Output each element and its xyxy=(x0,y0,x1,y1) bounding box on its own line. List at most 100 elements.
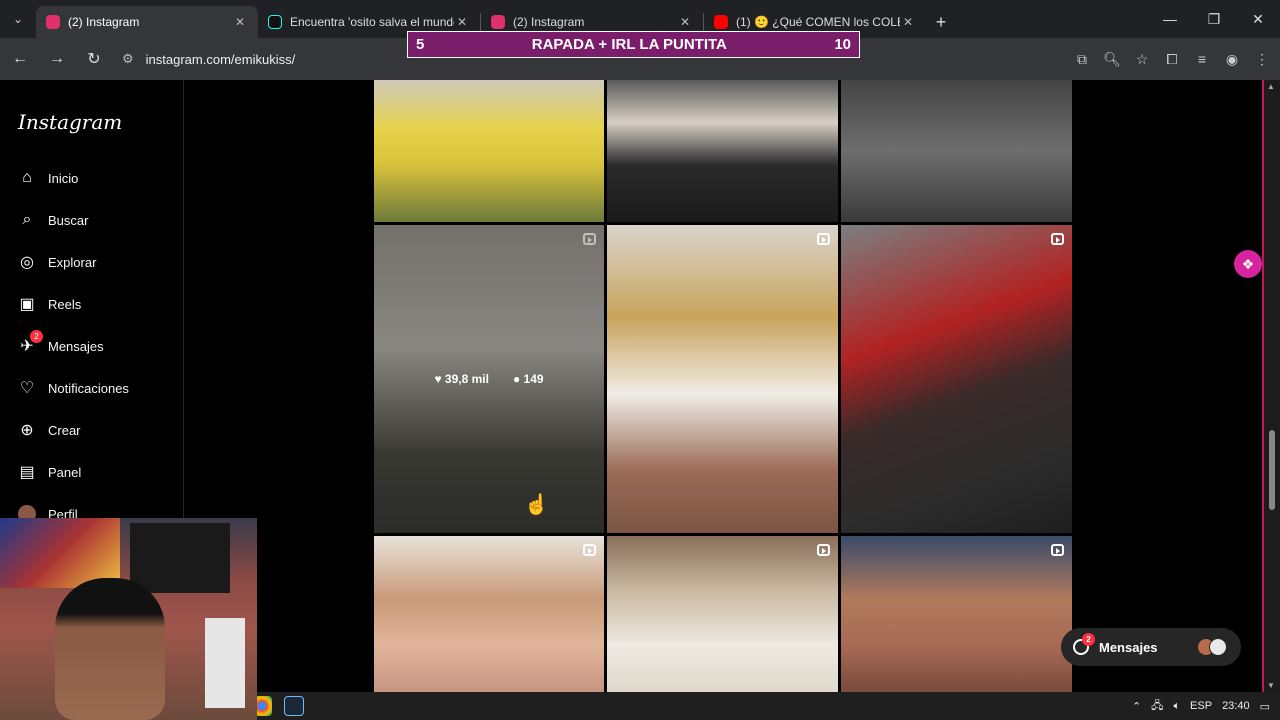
sidebar-item-label: Panel xyxy=(48,464,82,480)
url-text: instagram.com/emikukiss/ xyxy=(145,51,296,67)
messages-label: Mensajes xyxy=(1099,639,1158,655)
goal-title: RAPADA + IRL LA PUNTITA xyxy=(531,36,727,53)
stream-goal-banner: 5 RAPADA + IRL LA PUNTITA 10 xyxy=(407,31,860,58)
network-icon[interactable]: 🖧 xyxy=(1151,697,1163,716)
chrome-menu-icon[interactable]: ⋮ xyxy=(1250,44,1274,74)
reload-icon[interactable]: ↻ xyxy=(77,42,111,76)
close-icon[interactable]: ✕ xyxy=(232,15,248,29)
tray-expand-icon[interactable]: ⌃ xyxy=(1132,700,1141,713)
scroll-down-icon[interactable]: ▼ xyxy=(1267,681,1275,690)
youtube-favicon-icon xyxy=(714,15,728,29)
profile-avatar-icon[interactable]: ◉ xyxy=(1220,44,1244,74)
media-controls-icon[interactable]: ≡ xyxy=(1190,44,1214,74)
post-thumbnail[interactable] xyxy=(607,225,838,533)
window-close-icon[interactable]: ✕ xyxy=(1236,0,1280,38)
zoom-icon[interactable]: 🔍︎ xyxy=(1100,44,1124,74)
post-thumbnail[interactable] xyxy=(841,80,1072,222)
avatar xyxy=(1209,638,1227,656)
scrollbar-thumb[interactable] xyxy=(1269,430,1275,510)
messages-drawer-button[interactable]: 2 Mensajes xyxy=(1061,628,1241,666)
reel-icon xyxy=(1051,233,1064,245)
reel-icon xyxy=(817,544,830,556)
compass-icon: ◎ xyxy=(20,254,34,271)
post-thumbnail[interactable]: ♥ 39,8 mil ● 149 xyxy=(374,225,604,533)
extension-floating-icon[interactable]: ❖ xyxy=(1234,250,1262,278)
forward-icon[interactable]: → xyxy=(40,42,74,76)
site-info-icon[interactable]: ⚙ xyxy=(122,51,134,67)
tiktok-favicon-icon xyxy=(268,15,282,29)
goal-target: 10 xyxy=(834,36,851,53)
close-icon[interactable]: ✕ xyxy=(677,15,693,29)
tab-title: (2) Instagram xyxy=(68,15,140,29)
sidebar-item-label: Buscar xyxy=(48,212,89,228)
bookmark-star-icon[interactable]: ☆ xyxy=(1130,44,1154,74)
notification-badge: 2 xyxy=(1082,633,1095,646)
minimize-icon[interactable]: — xyxy=(1148,0,1192,38)
post-thumbnail[interactable] xyxy=(607,80,838,222)
post-hover-stats: ♥ 39,8 mil ● 149 xyxy=(374,225,604,533)
sidebar-item-label: Inicio xyxy=(48,170,79,186)
sidebar-item-label: Notificaciones xyxy=(48,380,129,396)
volume-icon[interactable]: 🔈︎ xyxy=(1173,700,1180,713)
close-icon[interactable]: ✕ xyxy=(454,15,470,29)
sidebar-item-label: Crear xyxy=(48,422,81,438)
sidebar-item-buscar[interactable]: ⌕ Buscar xyxy=(17,208,89,232)
post-thumbnail[interactable] xyxy=(374,80,604,222)
messenger-icon: 2 xyxy=(1073,633,1095,655)
tab-title: (2) Instagram xyxy=(513,15,585,29)
extensions-icon[interactable]: ⧠ xyxy=(1160,44,1184,74)
tab-search-chevron-icon[interactable]: ⌄ xyxy=(0,0,36,38)
sidebar-item-panel[interactable]: ▤ Panel xyxy=(17,460,81,484)
profile-posts-grid: ♥ 39,8 mil ● 149 xyxy=(184,80,1264,692)
instagram-favicon-icon xyxy=(491,15,505,29)
sidebar-item-label: Reels xyxy=(48,296,82,312)
back-icon[interactable]: ← xyxy=(3,42,37,76)
close-icon[interactable]: ✕ xyxy=(900,15,916,29)
window-controls: — ❐ ✕ xyxy=(1148,0,1280,38)
steam-taskbar-icon[interactable] xyxy=(284,696,304,716)
sidebar-item-inicio[interactable]: ⌂ Inicio xyxy=(17,166,78,190)
messenger-icon: ✈ 2 xyxy=(17,330,43,356)
reels-icon: ▣ xyxy=(19,296,35,313)
new-tab-button[interactable]: + xyxy=(926,6,956,38)
post-thumbnail[interactable] xyxy=(841,536,1072,692)
reel-icon xyxy=(583,544,596,556)
goal-current: 5 xyxy=(416,36,425,53)
home-icon: ⌂ xyxy=(22,169,32,186)
post-thumbnail[interactable] xyxy=(841,225,1072,533)
sidebar-item-explorar[interactable]: ◎ Explorar xyxy=(17,250,96,274)
heart-icon: ♡ xyxy=(19,380,35,397)
panel-icon: ▤ xyxy=(19,464,35,481)
notifications-icon[interactable]: ▭ xyxy=(1260,700,1270,713)
mouse-pointer-icon: ☝ xyxy=(524,494,549,516)
tab-title: Encuentra 'osito salva el mundo' xyxy=(290,15,454,29)
search-icon: ⌕ xyxy=(22,211,32,228)
instagram-logo[interactable]: Instagram xyxy=(18,110,122,134)
notification-badge: 2 xyxy=(30,330,43,343)
tab-title: (1) 🙂 ¿Qué COMEN los COLEG xyxy=(736,15,900,29)
post-thumbnail[interactable] xyxy=(607,536,838,692)
language-indicator[interactable]: ESP xyxy=(1190,700,1212,712)
sidebar-item-mensajes[interactable]: ✈ 2 Mensajes xyxy=(17,330,104,358)
restore-icon[interactable]: ❐ xyxy=(1192,0,1236,38)
clock[interactable]: 23:40 xyxy=(1222,700,1250,712)
sidebar-item-crear[interactable]: ⊕ Crear xyxy=(17,418,81,442)
sidebar-item-label: Mensajes xyxy=(48,338,104,354)
sidebar-item-label: Explorar xyxy=(48,254,97,270)
streamer-webcam xyxy=(0,518,257,720)
post-thumbnail[interactable] xyxy=(374,536,604,692)
scroll-up-icon[interactable]: ▲ xyxy=(1267,82,1275,91)
comments-count: ● 149 xyxy=(512,372,544,386)
toolbar-actions: ⧉ 🔍︎ ☆ ⧠ ≡ ◉ ⋮ xyxy=(1070,44,1274,74)
reel-icon xyxy=(817,233,830,245)
plus-square-icon: ⊕ xyxy=(20,422,34,439)
conversation-avatars xyxy=(1197,638,1227,656)
sidebar-item-notificaciones[interactable]: ♡ Notificaciones xyxy=(17,376,129,400)
sidebar-item-reels[interactable]: ▣ Reels xyxy=(17,292,81,316)
page-scrollbar[interactable]: ▲ ▼ xyxy=(1264,80,1280,692)
reel-icon xyxy=(1051,544,1064,556)
system-tray: ⌃ 🖧 🔈︎ ESP 23:40 ▭ xyxy=(1132,692,1270,720)
instagram-favicon-icon xyxy=(46,15,60,29)
install-app-icon[interactable]: ⧉ xyxy=(1070,44,1094,74)
browser-tab-instagram[interactable]: (2) Instagram ✕ xyxy=(36,6,258,38)
